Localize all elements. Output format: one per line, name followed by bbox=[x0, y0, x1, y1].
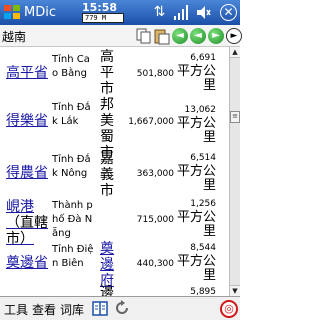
vietnamese-name: Tỉnh Đắk Nông bbox=[52, 154, 91, 179]
province-link[interactable]: 奠邊省 bbox=[6, 255, 48, 271]
table-row: 高平省 Tỉnh Cao Bằng 高平市 501,800 6,691 平方公里 bbox=[0, 49, 229, 97]
area: 6,514 bbox=[190, 153, 216, 163]
province-link[interactable]: 峴港 bbox=[6, 199, 34, 215]
title-bar: MDic 15:58 779 M ⇅ ✕ bbox=[0, 0, 240, 25]
next-button[interactable]: ► bbox=[208, 28, 224, 44]
population: 715,000 bbox=[136, 215, 174, 225]
vietnamese-name: Tỉnh Cao Bằng bbox=[52, 54, 90, 79]
capital-name: 高平市 bbox=[100, 49, 114, 97]
paste-icon[interactable] bbox=[154, 27, 170, 45]
book-icon[interactable] bbox=[92, 300, 108, 317]
previous-button[interactable]: ◄ bbox=[190, 28, 206, 44]
area: 13,062 bbox=[184, 105, 217, 115]
area-unit: 平方公里 bbox=[176, 210, 216, 239]
search-input[interactable] bbox=[2, 27, 132, 45]
population: 501,800 bbox=[136, 69, 174, 79]
province-link[interactable]: 高平省 bbox=[6, 65, 48, 81]
signal-icon[interactable] bbox=[172, 3, 191, 22]
search-toolbar: ◄ ◄ ► ► bbox=[0, 25, 242, 47]
vietnamese-name: Tỉnh Đắk Lắk bbox=[52, 102, 91, 127]
table-row: 邊 5,895 bbox=[0, 285, 229, 296]
area: 1,256 bbox=[190, 199, 216, 209]
input-method-icon[interactable]: ◎ bbox=[220, 300, 238, 318]
province-link[interactable]: 得農省 bbox=[6, 165, 48, 181]
menu-bar: 工具 查看 词库 ◎ bbox=[0, 296, 240, 320]
population: 440,300 bbox=[136, 259, 174, 269]
capital-link[interactable]: 奠邊府 bbox=[100, 241, 120, 289]
menu-tools[interactable]: 工具 bbox=[4, 301, 28, 318]
scroll-thumb[interactable]: ≡ bbox=[230, 111, 240, 123]
results-list: 高平省 Tỉnh Cao Bằng 高平市 501,800 6,691 平方公里… bbox=[0, 47, 229, 296]
area: 5,895 bbox=[190, 287, 216, 296]
province-name-block: 峴港（直轄市） bbox=[6, 199, 50, 247]
scroll-down-arrow-icon[interactable]: ▼ bbox=[230, 285, 240, 296]
area: 8,544 bbox=[190, 243, 216, 253]
province-link[interactable]: 得樂省 bbox=[6, 113, 48, 129]
menu-view[interactable]: 查看 bbox=[32, 301, 56, 318]
population: 1,667,000 bbox=[128, 117, 174, 127]
vertical-scrollbar[interactable]: ▲ ≡ ▼ bbox=[229, 47, 240, 296]
table-row: 得農省 Tỉnh Đắk Nông 嘉義市 363,000 6,514 平方公里 bbox=[0, 151, 229, 199]
area-unit: 平方公里 bbox=[176, 116, 216, 145]
forward-button[interactable]: ► bbox=[226, 28, 242, 44]
vietnamese-name: Tỉnh Điện Biên bbox=[52, 244, 94, 269]
volume-icon[interactable] bbox=[194, 3, 213, 22]
status-icons: ⇅ bbox=[150, 3, 213, 23]
area-unit: 平方公里 bbox=[176, 64, 216, 93]
table-row: 峴港（直轄市） Thành phố Đà Nẵng 715,000 1,256 … bbox=[0, 197, 229, 247]
memory-indicator: 779 M bbox=[82, 13, 124, 23]
connectivity-icon[interactable]: ⇅ bbox=[150, 3, 169, 22]
table-row: 得樂省 Tỉnh Đắk Lắk 邦美蜀市 1,667,000 13,062 平… bbox=[0, 97, 229, 161]
population: 363,000 bbox=[136, 169, 174, 179]
refresh-icon[interactable] bbox=[114, 300, 130, 317]
area-unit: 平方公里 bbox=[176, 254, 216, 283]
area: 6,691 bbox=[190, 53, 216, 63]
app-title: MDic bbox=[24, 5, 56, 20]
vietnamese-name: Thành phố Đà Nẵng bbox=[52, 200, 93, 239]
table-row: 奠邊省 Tỉnh Điện Biên 奠邊府 440,300 8,544 平方公… bbox=[0, 241, 229, 289]
capital-name: 嘉義市 bbox=[100, 151, 114, 199]
windows-start-icon[interactable] bbox=[2, 2, 22, 22]
copy-icon[interactable] bbox=[136, 27, 152, 45]
toolbar-buttons: ◄ ◄ ► ► bbox=[136, 27, 242, 45]
back-button[interactable]: ◄ bbox=[172, 28, 188, 44]
capital-name: 邊 bbox=[100, 285, 114, 296]
area-unit: 平方公里 bbox=[176, 164, 216, 193]
ok-close-button[interactable]: ✕ bbox=[220, 4, 237, 21]
scroll-up-arrow-icon[interactable]: ▲ bbox=[230, 47, 240, 58]
menu-dictionary[interactable]: 词库 bbox=[60, 301, 84, 318]
